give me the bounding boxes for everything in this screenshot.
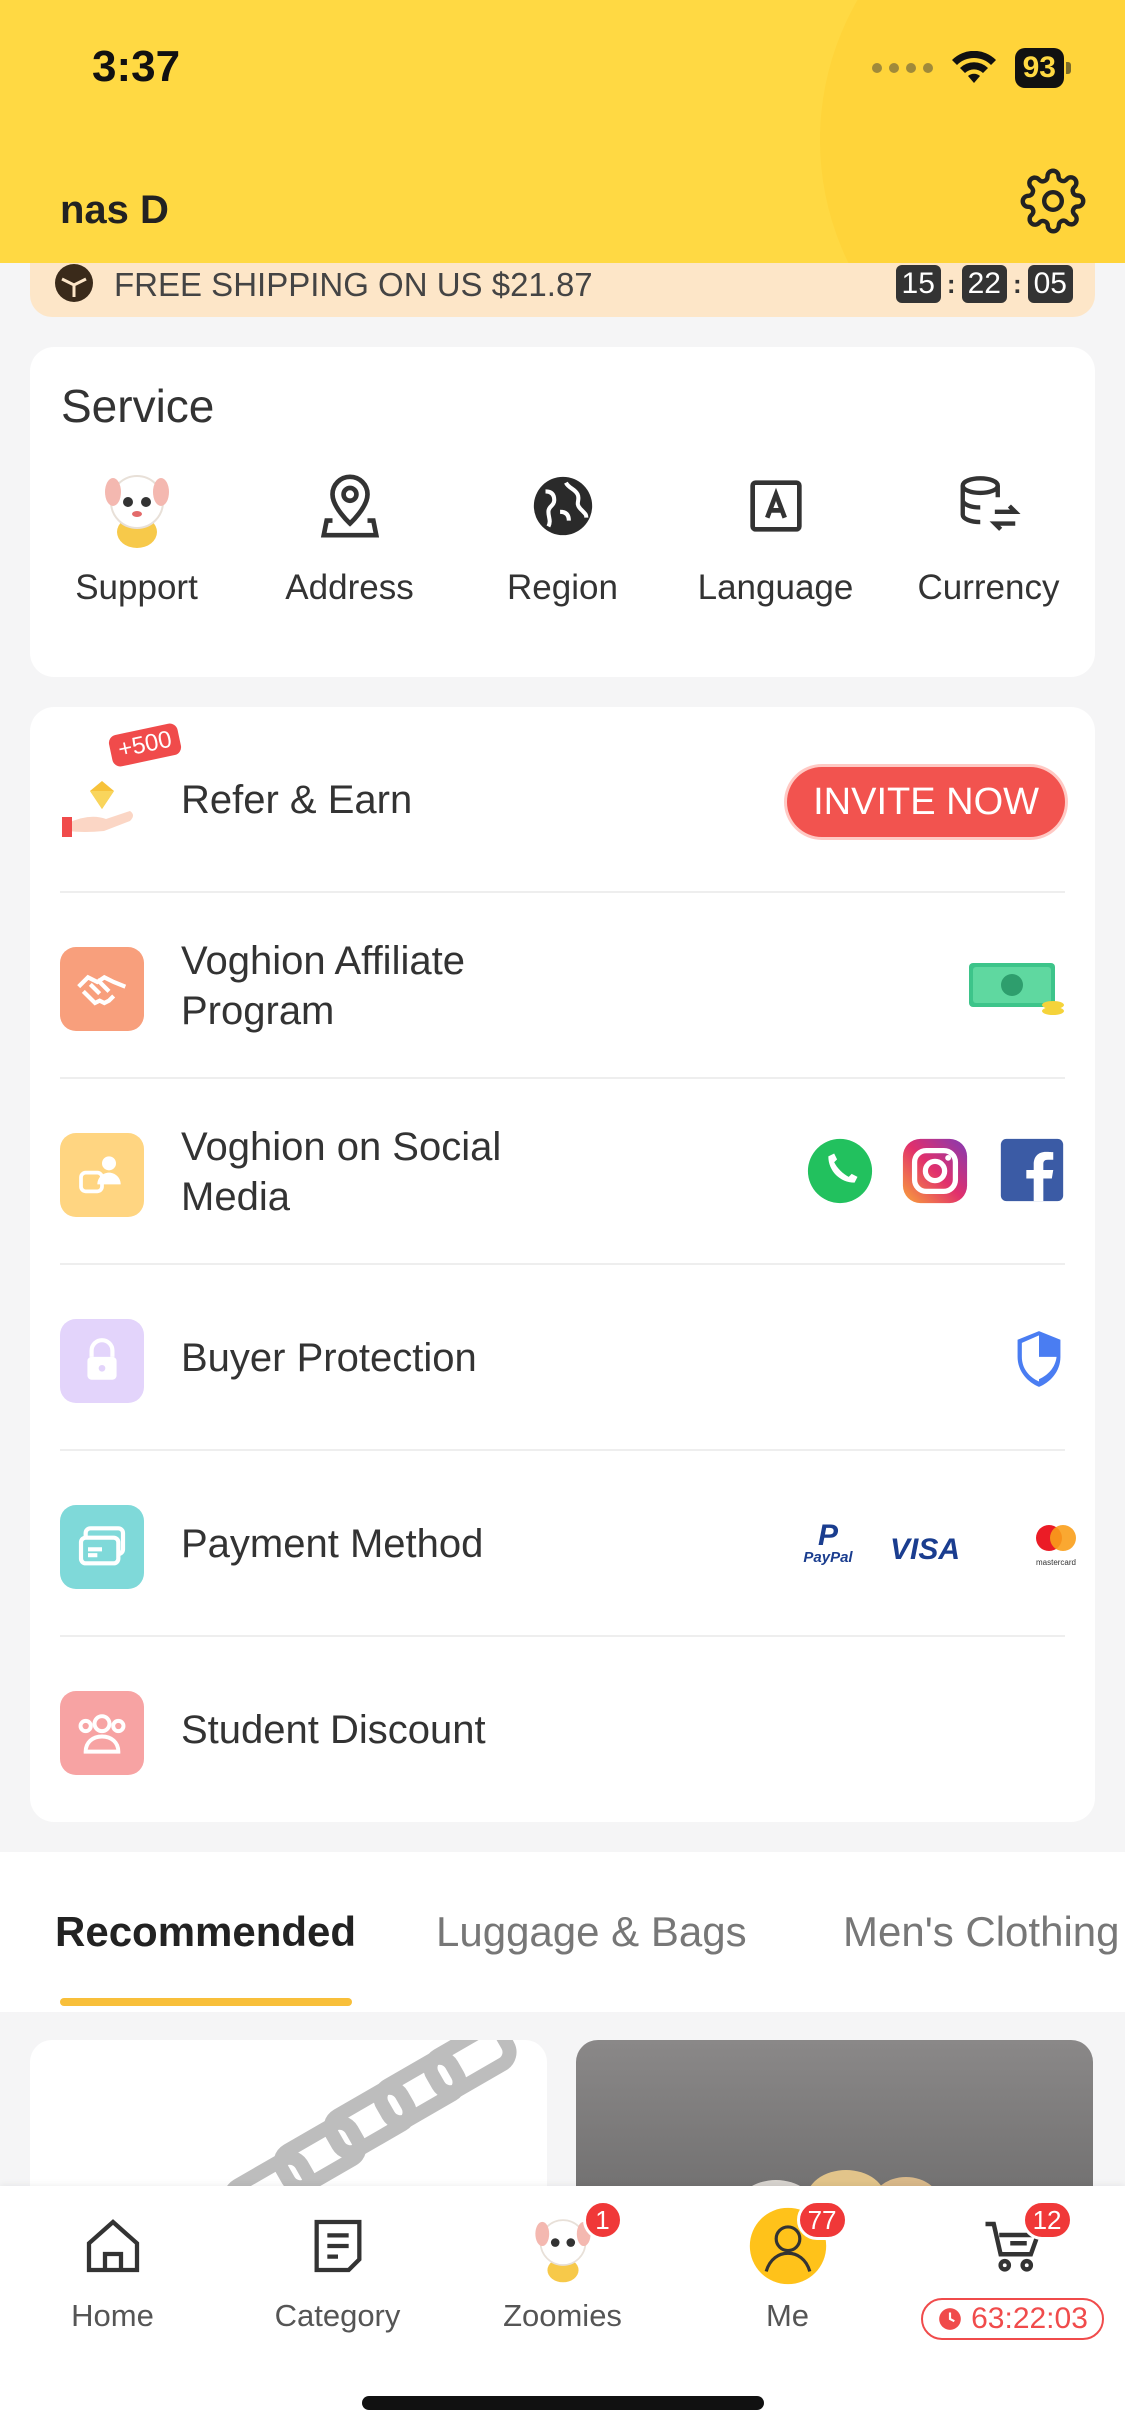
me-badge: 77 [796,2200,848,2240]
diamond-hand-icon [60,761,144,845]
nav-me[interactable]: 77 Me [675,2200,900,2334]
tab-mens-clothing[interactable]: Men's Clothing [843,1908,1120,1956]
nav-cart[interactable]: 12 63:22:03 [900,2200,1125,2340]
settings-gear-icon[interactable] [1020,168,1086,234]
profile-header: 3:37 93 nas D [0,0,1125,263]
affiliate-program-row[interactable]: Voghion Affiliate Program [30,893,1095,1079]
home-indicator [362,2396,764,2410]
category-list-icon [298,2206,378,2286]
service-language[interactable]: Language [669,462,882,608]
wifi-icon [951,51,996,83]
zoomies-badge: 1 [582,2200,623,2240]
service-currency[interactable]: Currency [882,462,1095,608]
zoomies-mascot-icon: 1 [523,2200,623,2286]
cart-icon: 12 [973,2200,1073,2286]
location-pin-icon [306,462,394,550]
students-icon [60,1691,144,1775]
tab-recommended[interactable]: Recommended [55,1908,356,1956]
mastercard-logo: mastercard [1026,1523,1086,1567]
shipping-text: FREE SHIPPING ON US $21.87 [114,266,593,303]
service-address[interactable]: Address [243,462,456,608]
student-discount-label: Student Discount [181,1708,486,1752]
shield-icon [1017,1331,1061,1387]
service-card: Service Support Address Region Language … [30,347,1095,677]
cash-money-icon [969,963,1064,1015]
clock-icon [939,2308,961,2330]
payment-method-label: Payment Method [181,1522,484,1566]
menu-card: +500 Refer & Earn INVITE NOW Voghion Aff… [30,707,1095,1822]
user-name[interactable]: nas D [60,188,169,233]
shipping-globe-icon [55,264,93,302]
cellular-signal-icon [871,63,933,73]
social-people-icon [60,1133,144,1217]
handshake-icon [60,947,144,1031]
countdown-timer: 15 : 22 : 05 [895,265,1073,303]
whatsapp-icon[interactable] [805,1136,875,1206]
buyer-protection-label: Buyer Protection [181,1336,477,1380]
facebook-icon[interactable] [998,1136,1066,1204]
nav-zoomies[interactable]: 1 Zoomies [450,2200,675,2334]
language-icon [732,462,820,550]
active-tab-indicator [60,1998,352,2006]
status-icons: 93 [871,48,1071,88]
globe-icon [519,462,607,550]
nav-home[interactable]: Home [0,2206,225,2334]
nav-category[interactable]: Category [225,2206,450,2334]
affiliate-program-label: Voghion Affiliate Program [181,939,465,1033]
cart-countdown: 63:22:03 [921,2298,1104,2340]
student-discount-row[interactable]: Student Discount [30,1637,1095,1823]
service-support[interactable]: Support [30,462,243,608]
battery-icon: 93 [1014,48,1071,88]
instagram-icon[interactable] [900,1136,970,1206]
lock-icon [60,1319,144,1403]
payment-method-row[interactable]: Payment Method P PayPal VISA mastercard [30,1451,1095,1637]
category-tabs: Recommended Luggage & Bags Men's Clothin… [0,1852,1125,2012]
invite-now-button[interactable]: INVITE NOW [787,767,1065,837]
free-shipping-banner[interactable]: FREE SHIPPING ON US $21.87 15 : 22 : 05 [30,263,1095,317]
profile-avatar-icon: 77 [748,2200,848,2286]
refer-earn-row[interactable]: +500 Refer & Earn INVITE NOW [30,707,1095,893]
social-media-row[interactable]: Voghion on Social Media [30,1079,1095,1265]
tab-luggage-bags[interactable]: Luggage & Bags [436,1908,747,1956]
home-icon [73,2206,153,2286]
refer-bonus-badge: +500 [107,722,183,768]
support-mascot-icon [93,462,181,550]
buyer-protection-row[interactable]: Buyer Protection [30,1265,1095,1451]
service-region[interactable]: Region [456,462,669,608]
visa-logo: VISA [890,1533,961,1566]
cart-badge: 12 [1021,2200,1073,2240]
service-title: Service [61,380,215,432]
social-media-label: Voghion on Social Media [181,1125,502,1219]
status-time: 3:37 [92,42,181,91]
refer-earn-label: Refer & Earn [181,778,413,822]
currency-exchange-icon [945,462,1033,550]
payment-card-icon [60,1505,144,1589]
paypal-logo: P PayPal [803,1519,853,1567]
